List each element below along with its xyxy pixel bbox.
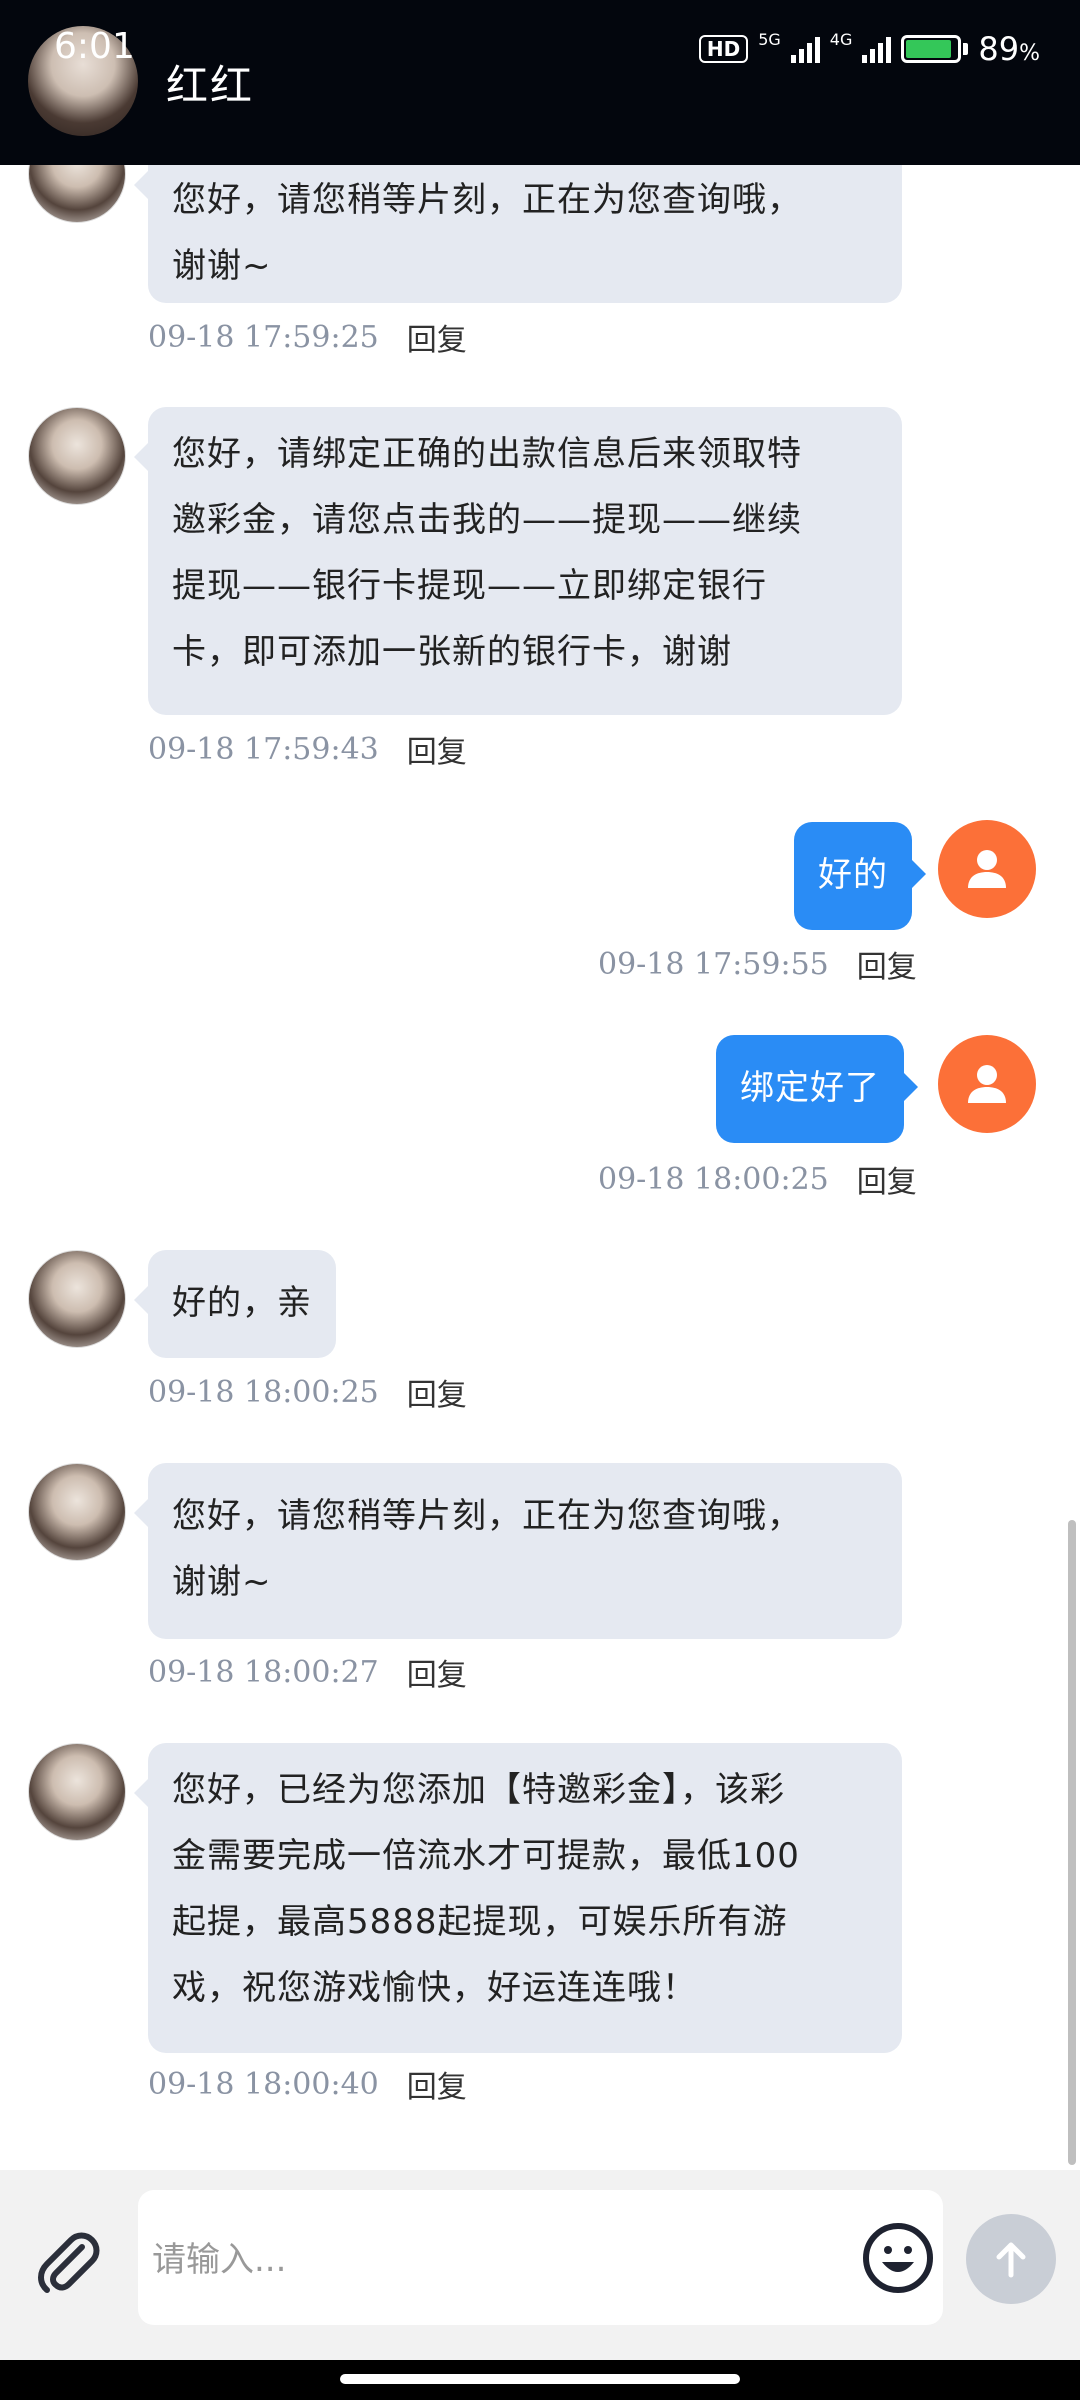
agent-avatar[interactable] bbox=[28, 407, 126, 505]
hd-badge: HD bbox=[698, 35, 749, 63]
message-meta: 09-18 18:00:25 回复 bbox=[148, 1370, 467, 1414]
message-timestamp: 09-18 18:00:27 bbox=[148, 1654, 379, 1690]
reply-button[interactable]: 回复 bbox=[407, 1650, 467, 1694]
message-bubble[interactable]: 好的，亲 bbox=[134, 1250, 336, 1358]
message-meta: 09-18 17:59:55 回复 bbox=[598, 942, 917, 986]
signal-icon bbox=[790, 35, 820, 63]
reply-button[interactable]: 回复 bbox=[407, 727, 467, 771]
message-meta: 09-18 18:00:40 回复 bbox=[148, 2062, 467, 2106]
message-line: 您好，请您稍等片刻，正在为您查询哦， bbox=[172, 1496, 802, 1536]
message-line: 戏，祝您游戏愉快，好运连连哦！ bbox=[172, 1968, 697, 2008]
message-bubble[interactable]: 您好，已经为您添加【特邀彩金】，该彩 金需要完成一倍流水才可提款，最低100 起… bbox=[134, 1743, 902, 2053]
agent-avatar[interactable] bbox=[28, 1743, 126, 1841]
reply-button[interactable]: 回复 bbox=[857, 942, 917, 986]
battery-icon bbox=[901, 35, 969, 63]
reply-button[interactable]: 回复 bbox=[407, 2062, 467, 2106]
reply-button[interactable]: 回复 bbox=[857, 1157, 917, 1201]
message-line: 谢谢~ bbox=[172, 246, 272, 286]
signal-icon-2 bbox=[862, 35, 892, 63]
message-bubble[interactable]: 您好，请您稍等片刻，正在为您查询哦， 谢谢~ bbox=[134, 1463, 902, 1639]
message-line: 您好，请您稍等片刻，正在为您查询哦， bbox=[172, 180, 802, 220]
message-line: 起提，最高5888起提现，可娱乐所有游 bbox=[172, 1902, 788, 1942]
reply-button[interactable]: 回复 bbox=[407, 1370, 467, 1414]
network-5g: 5G bbox=[758, 29, 781, 49]
battery-percent: 89% bbox=[978, 30, 1040, 68]
network-4g: 4G bbox=[829, 29, 853, 49]
message-line: 您好，请绑定正确的出款信息后来领取特 bbox=[172, 434, 802, 474]
message-meta: 09-18 17:59:25 回复 bbox=[148, 315, 467, 359]
person-icon bbox=[968, 850, 1006, 888]
message-timestamp: 09-18 18:00:25 bbox=[598, 1161, 829, 1197]
arrow-up-icon bbox=[996, 2242, 1026, 2278]
message-timestamp: 09-18 18:00:40 bbox=[148, 2066, 379, 2102]
message-line: 您好，已经为您添加【特邀彩金】，该彩 bbox=[172, 1770, 785, 1810]
message-list[interactable]: 您好，请您稍等片刻，正在为您查询哦， 谢谢~ 09-18 17:59:25 回复… bbox=[0, 125, 1080, 2170]
message-timestamp: 09-18 17:59:43 bbox=[148, 731, 379, 767]
message-line: 好的 bbox=[818, 855, 888, 895]
message-bubble-self[interactable]: 绑定好了 bbox=[716, 1035, 918, 1143]
chat-header: 6:01 红红 HD 5G 4G 89% bbox=[0, 0, 1080, 165]
scrollbar[interactable] bbox=[1068, 1520, 1076, 2165]
paperclip-icon[interactable] bbox=[32, 2225, 104, 2297]
smiley-icon[interactable] bbox=[862, 2222, 934, 2294]
message-bubble[interactable]: 您好，请绑定正确的出款信息后来领取特 邀彩金，请您点击我的——提现——继续 提现… bbox=[134, 407, 902, 715]
person-icon bbox=[968, 1065, 1006, 1103]
agent-avatar[interactable] bbox=[28, 1250, 126, 1348]
user-avatar[interactable] bbox=[938, 1035, 1036, 1133]
home-gesture-handle[interactable] bbox=[340, 2374, 740, 2384]
message-line: 邀彩金，请您点击我的——提现——继续 bbox=[172, 500, 802, 540]
message-line: 卡，即可添加一张新的银行卡，谢谢 bbox=[172, 632, 732, 672]
message-timestamp: 09-18 18:00:25 bbox=[148, 1374, 379, 1410]
message-line: 好的，亲 bbox=[172, 1283, 312, 1323]
status-icons: HD 5G 4G 89% bbox=[698, 29, 1040, 68]
message-meta: 09-18 18:00:25 回复 bbox=[598, 1157, 917, 1201]
user-avatar[interactable] bbox=[938, 820, 1036, 918]
agent-avatar[interactable] bbox=[28, 1463, 126, 1561]
message-line: 绑定好了 bbox=[740, 1068, 880, 1108]
message-input-box[interactable] bbox=[138, 2190, 943, 2325]
message-line: 谢谢~ bbox=[172, 1562, 272, 1602]
status-time: 6:01 bbox=[54, 26, 135, 67]
send-button[interactable] bbox=[966, 2214, 1056, 2304]
contact-name: 红红 bbox=[166, 61, 255, 110]
message-line: 提现——银行卡提现——立即绑定银行 bbox=[172, 566, 767, 606]
reply-button[interactable]: 回复 bbox=[407, 315, 467, 359]
message-bubble-self[interactable]: 好的 bbox=[794, 822, 926, 930]
message-line: 金需要完成一倍流水才可提款，最低100 bbox=[172, 1836, 800, 1876]
message-timestamp: 09-18 17:59:55 bbox=[598, 946, 829, 982]
message-input[interactable] bbox=[152, 2230, 832, 2290]
message-meta: 09-18 17:59:43 回复 bbox=[148, 727, 467, 771]
message-meta: 09-18 18:00:27 回复 bbox=[148, 1650, 467, 1694]
message-timestamp: 09-18 17:59:25 bbox=[148, 319, 379, 355]
